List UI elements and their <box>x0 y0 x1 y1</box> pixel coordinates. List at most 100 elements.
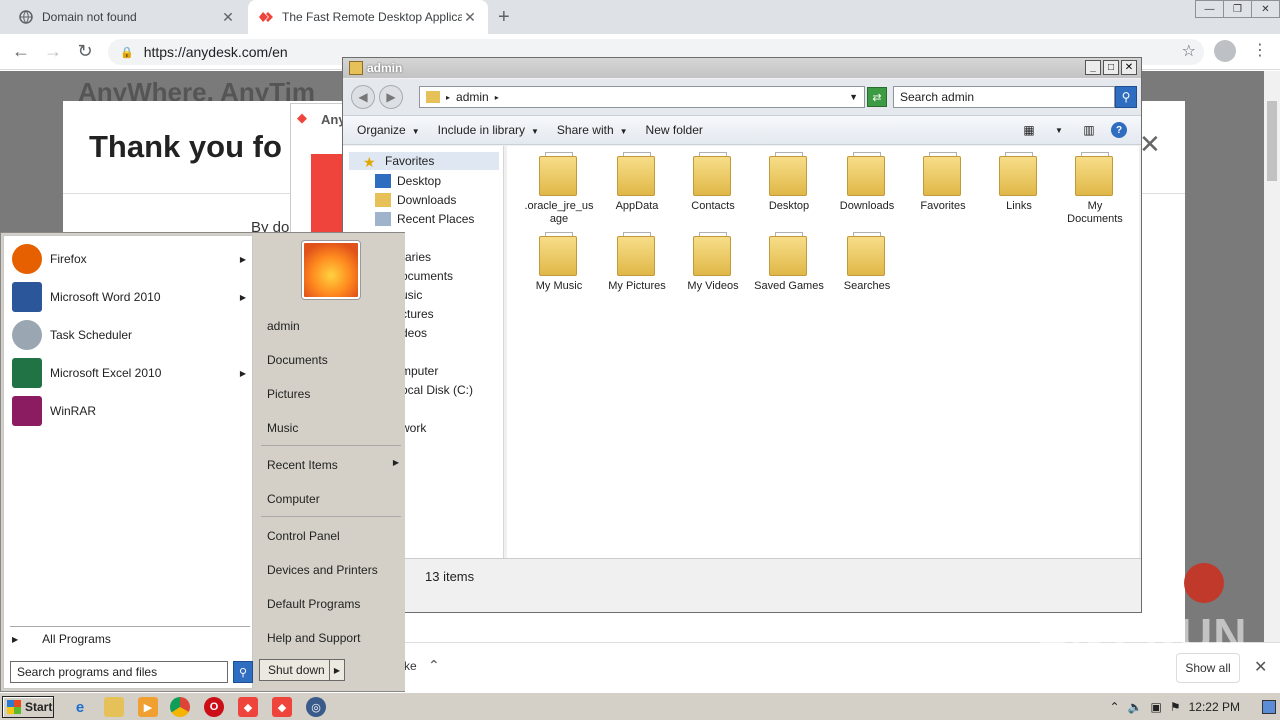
share-with-menu[interactable]: Share with ▼ <box>557 123 628 137</box>
program-item[interactable]: Microsoft Excel 2010 ▶ <box>12 356 252 390</box>
folder-item[interactable]: Saved Games <box>753 232 825 293</box>
forward-icon[interactable]: ▶ <box>379 85 403 109</box>
folder-item[interactable]: My Music <box>523 232 595 293</box>
volume-icon[interactable]: 🔈 <box>1128 700 1143 714</box>
file-explorer-icon[interactable] <box>104 697 124 717</box>
help-icon[interactable]: ? <box>1111 122 1127 138</box>
program-item[interactable]: WinRAR <box>12 394 252 428</box>
start-item-default-programs[interactable]: Default Programs <box>267 597 360 611</box>
show-desktop-icon[interactable] <box>1262 700 1276 714</box>
back-icon[interactable]: ← <box>10 41 32 62</box>
reload-icon[interactable]: ↻ <box>74 41 96 62</box>
network-app-icon[interactable]: ◎ <box>306 697 326 717</box>
forward-icon[interactable]: → <box>42 41 64 62</box>
folder-item[interactable]: Contacts <box>677 152 749 213</box>
anydesk-icon[interactable]: ◆ <box>238 697 258 717</box>
start-item-help-support[interactable]: Help and Support <box>267 631 360 645</box>
explorer-address-bar[interactable]: ▸ admin ▸ ▼ <box>419 86 865 108</box>
media-player-icon[interactable]: ▶ <box>138 697 158 717</box>
nav-item-downloads[interactable]: Downloads <box>375 191 456 209</box>
chrome-icon[interactable] <box>170 697 190 717</box>
program-item[interactable]: Task Scheduler <box>12 318 252 352</box>
new-tab-button[interactable]: + <box>498 6 510 29</box>
folder-item[interactable]: AppData <box>601 152 673 213</box>
nav-item-local-disk[interactable]: ocal Disk (C:) <box>401 381 473 399</box>
folder-item[interactable]: My Documents <box>1059 152 1131 226</box>
restore-button[interactable]: ❐ <box>1223 0 1252 18</box>
internet-explorer-icon[interactable]: e <box>70 697 90 717</box>
network-icon[interactable]: ▣ <box>1151 700 1162 714</box>
all-programs-button[interactable]: ▶ All Programs <box>12 632 111 646</box>
start-item-music[interactable]: Music <box>267 421 298 435</box>
folder-item[interactable]: Downloads <box>831 152 903 213</box>
maximize-button[interactable]: □ <box>1103 60 1119 75</box>
start-item-recent-items[interactable]: Recent Items ▶ <box>267 458 399 472</box>
chevron-down-icon[interactable]: ▼ <box>1051 122 1067 138</box>
new-folder-button[interactable]: New folder <box>646 123 703 137</box>
nav-item-libraries[interactable]: raries <box>401 248 431 266</box>
opera-icon[interactable]: O <box>204 697 224 717</box>
bookmark-star-icon[interactable]: ☆ <box>1182 41 1196 61</box>
tab-domain-not-found[interactable]: Domain not found ✕ <box>8 0 246 34</box>
flag-icon[interactable]: ⚑ <box>1170 700 1181 714</box>
change-view-icon[interactable]: ▦ <box>1021 122 1037 138</box>
start-button[interactable]: Start <box>2 696 54 718</box>
nav-item-computer[interactable]: mputer <box>401 362 438 380</box>
chevron-up-icon[interactable]: ⌃ <box>1110 700 1120 714</box>
folder-item[interactable]: Searches <box>831 232 903 293</box>
start-search-input[interactable]: Search programs and files <box>10 661 228 683</box>
scrollbar-thumb[interactable] <box>1267 101 1277 181</box>
folder-item[interactable]: Desktop <box>753 152 825 213</box>
explorer-search-input[interactable]: Search admin <box>893 86 1115 108</box>
folder-item[interactable]: My Pictures <box>601 232 673 293</box>
close-download-bar-icon[interactable]: ✕ <box>1254 657 1267 677</box>
minimize-button[interactable]: — <box>1195 0 1224 18</box>
start-item-devices-printers[interactable]: Devices and Printers <box>267 563 378 577</box>
start-item-admin[interactable]: admin <box>267 319 300 333</box>
chevron-right-icon[interactable]: ▸ <box>495 93 499 102</box>
program-item[interactable]: Firefox ▶ <box>12 242 252 276</box>
chevron-down-icon[interactable]: ▼ <box>849 92 858 102</box>
profile-avatar[interactable] <box>1214 40 1236 62</box>
search-icon[interactable]: ⚲ <box>233 661 253 683</box>
modal-close-icon[interactable]: ✕ <box>1139 129 1161 160</box>
nav-item-documents[interactable]: ocuments <box>401 267 453 285</box>
close-window-button[interactable]: ✕ <box>1251 0 1280 18</box>
tab-anydesk[interactable]: The Fast Remote Desktop Applicatio ✕ <box>248 0 488 34</box>
explorer-titlebar[interactable]: admin _ □ ✕ <box>343 58 1141 78</box>
shutdown-options-icon[interactable]: ▶ <box>329 659 345 681</box>
browser-menu-icon[interactable]: ⋮ <box>1252 40 1268 60</box>
back-icon[interactable]: ◀ <box>351 85 375 109</box>
close-tab-icon[interactable]: ✕ <box>462 9 478 26</box>
program-item[interactable]: Microsoft Word 2010 ▶ <box>12 280 252 314</box>
clock[interactable]: 12:22 PM <box>1189 700 1240 714</box>
start-item-documents[interactable]: Documents <box>267 353 328 367</box>
folder-item[interactable]: Links <box>983 152 1055 213</box>
nav-item-desktop[interactable]: Desktop <box>375 172 441 190</box>
user-avatar[interactable] <box>302 241 360 299</box>
chevron-up-icon[interactable]: ⌃ <box>428 657 440 674</box>
breadcrumb[interactable]: admin <box>456 90 489 104</box>
close-button[interactable]: ✕ <box>1121 60 1137 75</box>
minimize-button[interactable]: _ <box>1085 60 1101 75</box>
chevron-right-icon[interactable]: ▸ <box>446 93 450 102</box>
start-item-pictures[interactable]: Pictures <box>267 387 310 401</box>
status-bar: 13 items <box>343 558 1141 612</box>
start-item-control-panel[interactable]: Control Panel <box>267 529 340 543</box>
nav-item-pictures[interactable]: ctures <box>401 305 434 323</box>
nav-favorites[interactable]: ★ Favorites <box>349 152 499 170</box>
search-icon[interactable]: ⚲ <box>1115 86 1137 108</box>
start-item-computer[interactable]: Computer <box>267 492 320 506</box>
preview-pane-icon[interactable]: ▥ <box>1081 122 1097 138</box>
refresh-icon[interactable]: ⇄ <box>867 87 887 107</box>
include-in-library-menu[interactable]: Include in library ▼ <box>438 123 539 137</box>
folder-item[interactable]: My Videos <box>677 232 749 293</box>
organize-menu[interactable]: Organize ▼ <box>357 123 420 137</box>
folder-item[interactable]: .oracle_jre_usage <box>523 152 595 226</box>
anydesk-icon[interactable]: ◆ <box>272 697 292 717</box>
page-scrollbar[interactable] <box>1264 71 1280 642</box>
nav-item-recent-places[interactable]: Recent Places <box>375 210 474 228</box>
close-tab-icon[interactable]: ✕ <box>220 9 236 26</box>
folder-item[interactable]: Favorites <box>907 152 979 213</box>
scroll-top-button[interactable] <box>1184 563 1224 603</box>
